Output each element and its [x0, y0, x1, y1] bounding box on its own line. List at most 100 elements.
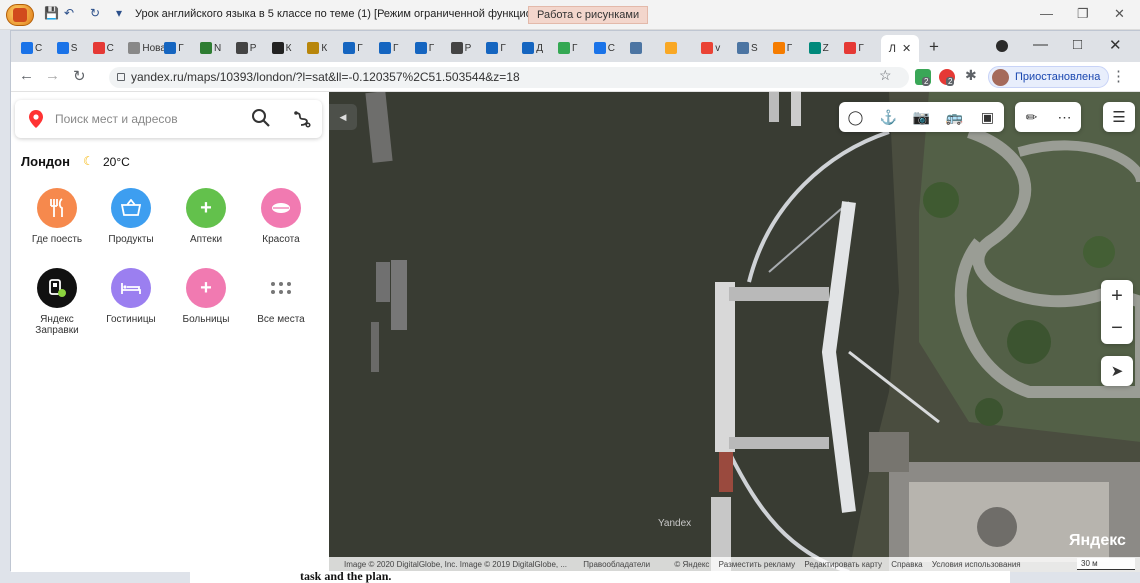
- category-yandex-fuel[interactable]: Яндекс Заправки: [19, 268, 95, 336]
- browser-tab[interactable]: С: [593, 37, 615, 59]
- category-pharmacy[interactable]: + Аптеки: [168, 188, 244, 245]
- layer-scheme-icon[interactable]: ◯: [839, 102, 872, 132]
- forward-icon[interactable]: →: [45, 67, 60, 84]
- browser-tab[interactable]: Нова: [128, 37, 166, 59]
- footer-link[interactable]: Разместить рекламу: [719, 560, 795, 569]
- browser-minimize-icon[interactable]: —: [1033, 36, 1048, 53]
- browser-tab[interactable]: v: [701, 37, 720, 59]
- geolocation-icon[interactable]: ➤: [1101, 356, 1133, 386]
- address-bar[interactable]: yandex.ru/maps/10393/london/?l=sat&ll=-0…: [109, 67, 909, 88]
- browser-tab[interactable]: Д: [522, 37, 543, 59]
- category-label: Яндекс Заправки: [35, 314, 79, 336]
- layer-satellite-icon[interactable]: ▣: [971, 102, 1004, 132]
- picture-tools-tab[interactable]: Работа с рисунками: [528, 6, 649, 24]
- footer-link[interactable]: Редактировать карту: [804, 560, 882, 569]
- zoom-in-button[interactable]: +: [1101, 280, 1133, 312]
- browser-maximize-icon[interactable]: □: [1073, 36, 1082, 53]
- rights-holders-link[interactable]: Правообладатели: [583, 560, 650, 569]
- route-icon[interactable]: [293, 110, 311, 128]
- tab-label: С: [35, 42, 43, 54]
- redo-icon[interactable]: ↻: [90, 6, 100, 20]
- office-button[interactable]: [6, 4, 34, 26]
- extensions-puzzle-icon[interactable]: ✱: [965, 67, 981, 83]
- satellite-imagery: [329, 92, 1140, 572]
- adblock-badge: 2: [946, 77, 955, 86]
- save-icon[interactable]: 💾: [44, 6, 59, 20]
- browser-tab[interactable]: Г: [558, 37, 577, 59]
- browser-tab[interactable]: Г: [844, 37, 864, 59]
- tab-label: Z: [822, 42, 829, 54]
- browser-tab[interactable]: [665, 37, 679, 59]
- browser-close-icon[interactable]: ✕: [1109, 36, 1122, 54]
- browser-tab[interactable]: Г: [379, 37, 398, 59]
- undo-icon[interactable]: ↶: [64, 6, 74, 20]
- browser-tab[interactable]: Г: [343, 37, 363, 59]
- browser-tab[interactable]: С: [92, 37, 114, 59]
- ruler-icon[interactable]: ✏: [1015, 102, 1048, 132]
- category-hospitals[interactable]: + Больницы: [168, 268, 244, 325]
- browser-tab[interactable]: Г: [164, 37, 184, 59]
- search-input[interactable]: Поиск мест и адресов: [55, 112, 178, 126]
- yandex-maps-page: Поиск мест и адресов Лондон ☾ 20°C Где п…: [11, 92, 1140, 572]
- footer-link[interactable]: Справка: [891, 560, 922, 569]
- profile-status-button[interactable]: Приостановлена: [988, 66, 1110, 88]
- browser-tab[interactable]: Р: [235, 37, 256, 59]
- collapse-sidebar-button[interactable]: ◀: [329, 104, 357, 130]
- browser-tab[interactable]: Г: [772, 37, 792, 59]
- category-hotels[interactable]: Гостиницы: [93, 268, 169, 325]
- browser-tab[interactable]: Р: [450, 37, 471, 59]
- lips-icon: [261, 188, 301, 228]
- browser-tab[interactable]: Z: [808, 37, 829, 59]
- footer-link[interactable]: © Яндекс: [674, 560, 709, 569]
- p-icon: [343, 42, 356, 54]
- new-tab-button[interactable]: +: [929, 37, 939, 57]
- more-icon[interactable]: ⋯: [1048, 102, 1081, 132]
- browser-tab[interactable]: К: [307, 37, 327, 59]
- layer-photo-icon[interactable]: 📷: [905, 102, 938, 132]
- zoom-control: + −: [1101, 280, 1133, 344]
- browser-tab[interactable]: С: [21, 37, 42, 59]
- category-groceries[interactable]: Продукты: [93, 188, 169, 245]
- category-all-places[interactable]: Все места: [243, 268, 319, 325]
- browser-tab[interactable]: К: [271, 37, 291, 59]
- search-box[interactable]: Поиск мест и адресов: [15, 100, 322, 138]
- back-icon[interactable]: ←: [19, 67, 34, 84]
- category-label: Все места: [257, 314, 305, 325]
- tab-label: Г: [500, 42, 506, 54]
- category-food[interactable]: Где поесть: [19, 188, 95, 245]
- temple-icon: [307, 42, 320, 54]
- layer-transport-icon[interactable]: 🚌: [938, 102, 971, 132]
- tab-label: К: [321, 42, 328, 54]
- tab-yandex-maps[interactable]: Л ✕: [881, 35, 919, 62]
- category-beauty[interactable]: Красота: [243, 188, 319, 245]
- quick-access-menu-icon[interactable]: ▾: [116, 6, 122, 20]
- layer-panorama-icon[interactable]: ⚓: [872, 102, 905, 132]
- menu-hamburger-icon[interactable]: ☰: [1103, 102, 1135, 132]
- city-name[interactable]: Лондон: [21, 154, 70, 169]
- browser-tab[interactable]: [629, 37, 644, 59]
- yandex-logo[interactable]: Яндекс: [1069, 532, 1126, 550]
- footer-link[interactable]: Условия использования: [932, 560, 1021, 569]
- close-icon[interactable]: ✕: [1114, 6, 1125, 22]
- gear-icon: [450, 42, 463, 54]
- search-icon[interactable]: [251, 108, 271, 128]
- browser-tab[interactable]: S: [737, 37, 758, 59]
- tab-label: S: [70, 42, 78, 54]
- tab-close-icon[interactable]: ✕: [902, 42, 911, 55]
- browser-menu-icon[interactable]: ⋮: [1111, 67, 1126, 85]
- profile-menu-icon[interactable]: [996, 40, 1008, 52]
- restore-icon[interactable]: ❐: [1077, 6, 1089, 22]
- browser-tab[interactable]: Г: [414, 37, 434, 59]
- minimize-icon[interactable]: —: [1040, 6, 1053, 21]
- browser-tab[interactable]: Г: [486, 37, 506, 59]
- wheel-icon: [92, 42, 105, 54]
- zoom-out-button[interactable]: −: [1101, 312, 1133, 344]
- category-label: Гостиницы: [106, 314, 156, 325]
- browser-tab[interactable]: N: [200, 37, 221, 59]
- bookmark-star-icon[interactable]: ☆: [879, 67, 892, 84]
- reload-icon[interactable]: ↻: [73, 67, 86, 85]
- browser-tab[interactable]: S: [56, 37, 78, 59]
- fork-knife-icon: [37, 188, 77, 228]
- tab-label: S: [751, 42, 758, 54]
- satellite-map[interactable]: ◀ ◯ ⚓ 📷 🚌 ▣ ✏ ⋯ ☰ + − ➤ Yandex Яндекс Im…: [329, 92, 1140, 572]
